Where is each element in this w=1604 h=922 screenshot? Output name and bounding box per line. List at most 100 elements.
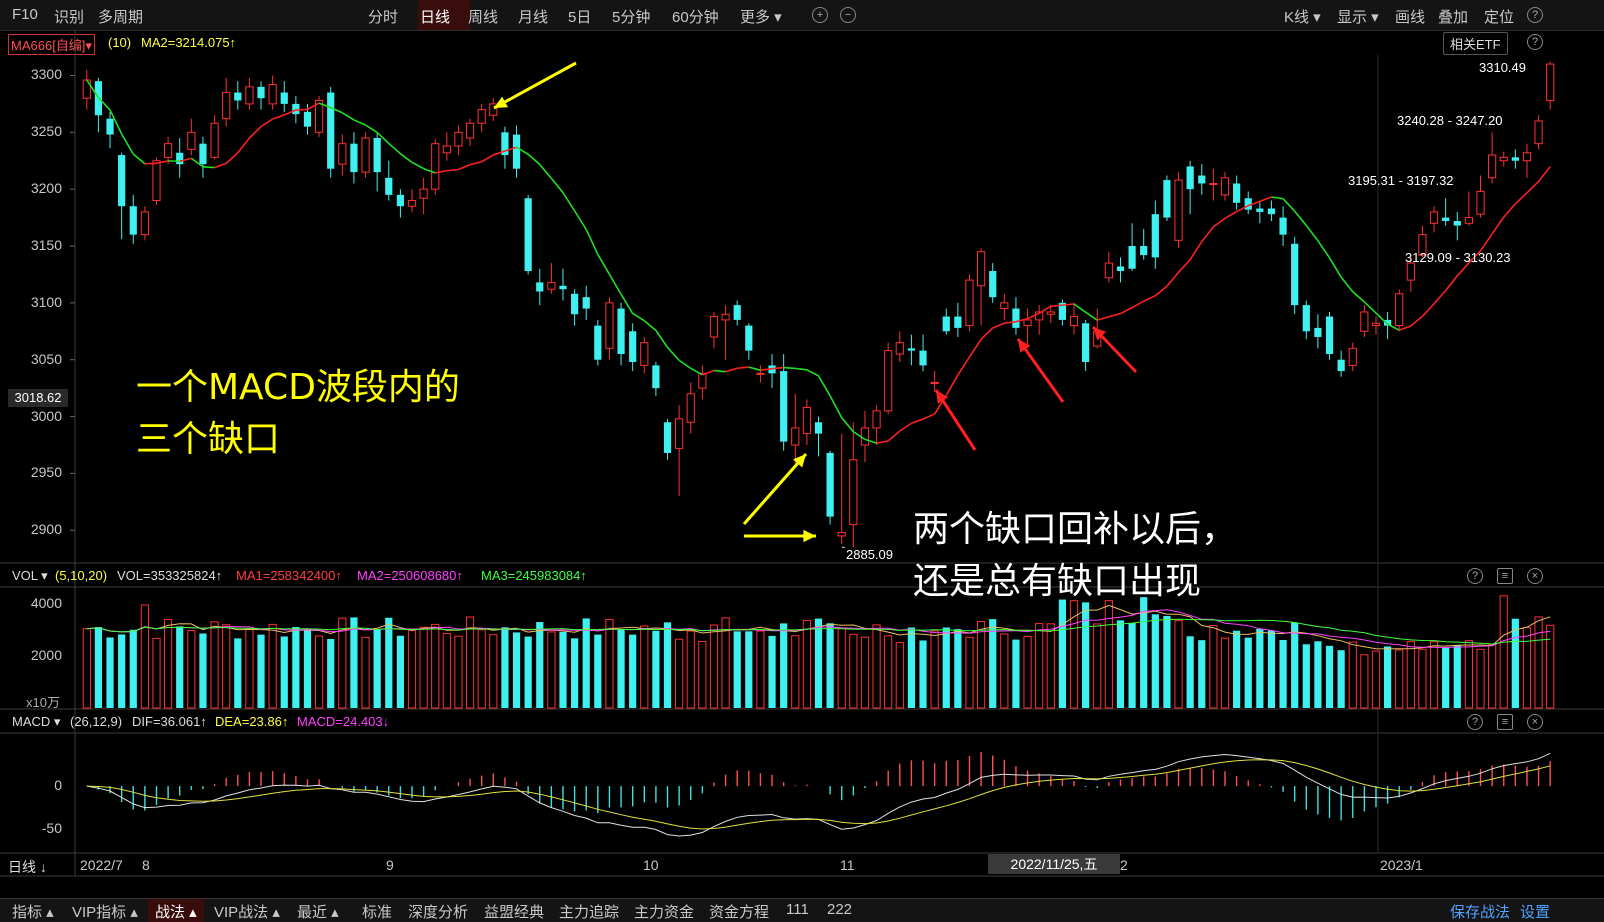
candle-body [641, 343, 648, 366]
ma-line-segment [1086, 312, 1098, 320]
tab-deep-analysis[interactable]: 深度分析 [408, 901, 468, 922]
vol-ma3: MA3=245983084↑ [481, 568, 587, 583]
volume-bar [559, 632, 566, 708]
ma-line-segment [1330, 258, 1342, 277]
candle-body [1547, 64, 1554, 100]
help-icon[interactable]: ? [1467, 714, 1483, 730]
ma-line-segment [1434, 290, 1446, 303]
candle-body [1500, 157, 1507, 160]
tab-classic[interactable]: 益盟经典 [484, 901, 544, 922]
candle-body [664, 422, 671, 453]
candle-body [1117, 266, 1124, 271]
save-strategy-link[interactable]: 保存战法 [1450, 901, 1510, 922]
tab-main-force-funds[interactable]: 主力资金 [634, 901, 694, 922]
volume-bar [1512, 619, 1519, 708]
ma-line-segment [749, 367, 761, 370]
volume-bar [699, 642, 706, 708]
candle-body [1523, 153, 1530, 161]
tab-main-force-tracking[interactable]: 主力追踪 [559, 901, 619, 922]
macd-dif-line [87, 753, 1550, 836]
volume-bar [490, 635, 497, 708]
settings-icon[interactable]: ≡ [1497, 568, 1513, 584]
candle-body [1396, 294, 1403, 326]
close-icon[interactable]: × [1527, 568, 1543, 584]
macd-selector[interactable]: MACD ▾ [12, 714, 60, 730]
candle-body [850, 460, 857, 525]
volume-bar [1419, 649, 1426, 708]
arrow-head [803, 530, 816, 542]
candle-body [1291, 244, 1298, 305]
candle-body [652, 365, 659, 388]
period-label[interactable]: 日线 ↓ [8, 857, 47, 877]
tab-222[interactable]: 222 [827, 901, 852, 918]
ma-line-segment [586, 229, 598, 254]
candle-body [1163, 180, 1170, 218]
ma-line-segment [609, 274, 621, 294]
ma-line-segment [133, 154, 145, 164]
volume-bar [745, 631, 752, 708]
candle-body [1221, 178, 1228, 195]
volume-bar [1012, 640, 1019, 708]
candle-body [908, 348, 915, 350]
candle-body [1256, 208, 1263, 211]
tab-fund-equation[interactable]: 资金方程 [709, 901, 769, 922]
candle-body [1082, 323, 1089, 362]
settings-icon[interactable]: ≡ [1497, 714, 1513, 730]
candle-body [466, 123, 473, 138]
vip-indicator-menu[interactable]: VIP指标 ▴ [72, 901, 138, 922]
gap-range-label: 3195.31 - 3197.32 [1348, 173, 1454, 188]
ma-line-segment [1144, 296, 1156, 301]
candle-body [1314, 328, 1321, 337]
ma-line-segment [1120, 308, 1132, 314]
volume-bar [281, 636, 288, 708]
volume-bar [664, 622, 671, 708]
vol-selector[interactable]: VOL ▾ [12, 568, 48, 584]
ma-line-segment [1422, 304, 1434, 317]
help-icon[interactable]: ? [1467, 568, 1483, 584]
candle-body [385, 178, 392, 195]
x-label: 2023/1 [1380, 857, 1423, 873]
volume-bar [1221, 638, 1228, 708]
candle-body [989, 271, 996, 297]
indicator-menu[interactable]: 指标 ▴ [12, 901, 54, 922]
ma-line-segment [969, 339, 981, 357]
candle-body [443, 146, 450, 153]
ma-line-segment [470, 162, 482, 165]
volume-bar [153, 638, 160, 708]
volume-bar [629, 635, 636, 708]
volume-bar [1245, 638, 1252, 708]
ma-line-segment [1260, 197, 1272, 201]
candle-body [327, 93, 334, 169]
candle-body [1128, 246, 1135, 269]
volume-bar [165, 620, 172, 708]
candle-body [304, 112, 311, 127]
candle-body [374, 138, 381, 172]
volume-bar [408, 630, 415, 708]
recent-menu[interactable]: 最近 ▴ [297, 901, 339, 922]
candle-body [1175, 180, 1182, 240]
macd-dif: DIF=36.061↑ [132, 714, 207, 729]
candle-body [896, 343, 903, 354]
volume-bar [1001, 634, 1008, 708]
tab-111[interactable]: 111 [786, 901, 809, 918]
candle-body [919, 351, 926, 366]
tab-standard[interactable]: 标准 [362, 901, 392, 922]
settings-link[interactable]: 设置 [1520, 901, 1550, 922]
close-icon[interactable]: × [1527, 714, 1543, 730]
volume-bar [1349, 642, 1356, 708]
ma-line-segment [1097, 317, 1109, 320]
candle-body [1012, 309, 1019, 328]
annotation-line: 还是总有缺口出现 [913, 552, 1237, 604]
volume-bar [652, 631, 659, 708]
vip-strategy-menu[interactable]: VIP战法 ▴ [214, 901, 280, 922]
volume-bar [455, 636, 462, 708]
ma-line-segment [656, 330, 668, 347]
candle-body [1279, 218, 1286, 235]
candle-body [1198, 176, 1205, 184]
candle-body [176, 153, 183, 164]
volume-bar [792, 636, 799, 708]
ma-line-segment [1271, 197, 1283, 199]
strategy-menu[interactable]: 战法 ▴ [155, 901, 197, 922]
volume-bar [1152, 614, 1159, 708]
volume-bar [106, 637, 113, 708]
